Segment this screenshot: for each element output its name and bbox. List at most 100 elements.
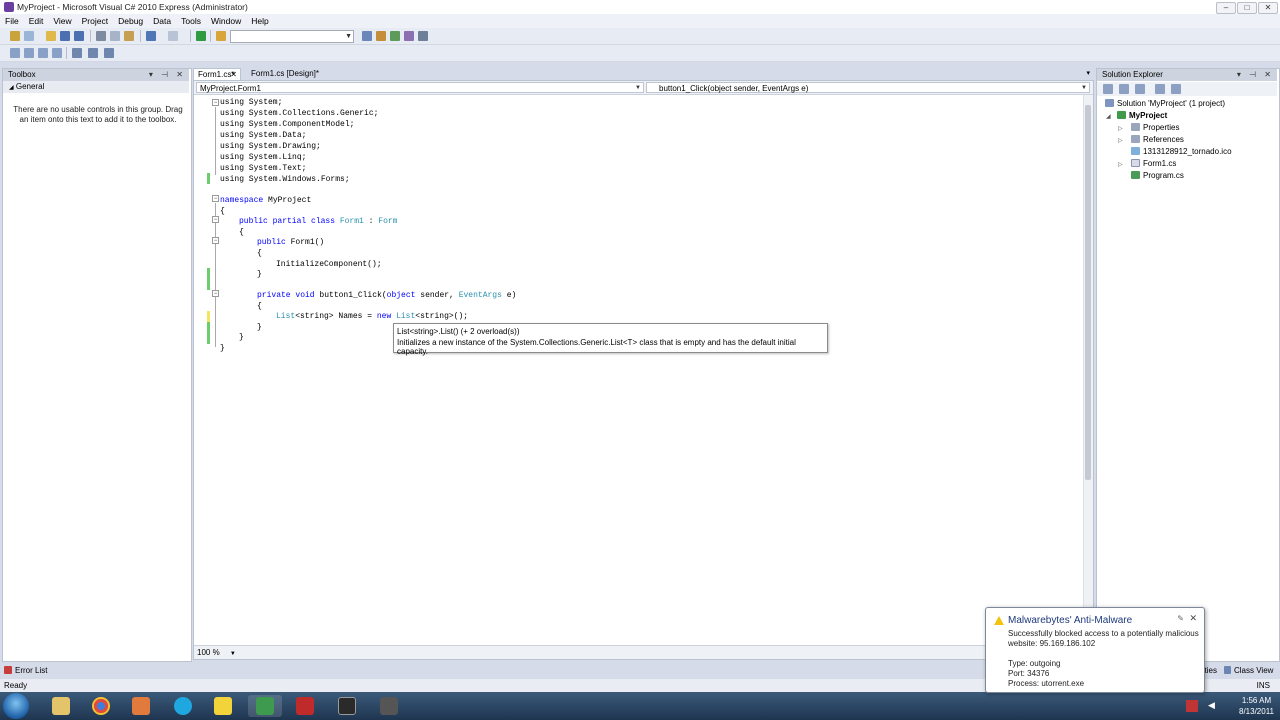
taskbar-aim[interactable]: [206, 695, 240, 717]
panel-controls[interactable]: ▾ ⊣ ✕: [1237, 69, 1274, 81]
skype-icon: [174, 697, 192, 715]
expand-triangle-icon[interactable]: ▷: [1118, 137, 1123, 144]
start-page-icon[interactable]: [418, 31, 428, 41]
tree-item-properties[interactable]: Properties: [1131, 123, 1179, 133]
member-combo[interactable]: button1_Click(object sender, EventArgs e…: [646, 82, 1090, 93]
find-in-files-icon[interactable]: [216, 31, 226, 41]
document-tabs: Form1.cs* ✕ Form1.cs [Design]* ▾: [193, 68, 1094, 80]
menu-edit[interactable]: Edit: [24, 14, 49, 26]
class-combo[interactable]: MyProject.Form1 ▼: [196, 82, 644, 93]
collapse-triangle-icon[interactable]: ◢: [1106, 113, 1111, 120]
outdent-icon[interactable]: [72, 48, 82, 58]
view-designer-icon[interactable]: [1171, 84, 1181, 94]
new-project-icon[interactable]: [10, 31, 20, 41]
expand-triangle-icon[interactable]: ▷: [1118, 161, 1123, 168]
add-item-icon[interactable]: [24, 31, 34, 41]
collapse-icon[interactable]: −: [212, 195, 219, 202]
filezilla-icon: [296, 697, 314, 715]
save-icon[interactable]: [60, 31, 70, 41]
solution-explorer-icon[interactable]: [362, 31, 372, 41]
collapse-icon[interactable]: −: [212, 99, 219, 106]
paste-icon[interactable]: [124, 31, 134, 41]
properties-window-icon[interactable]: [376, 31, 386, 41]
properties-icon[interactable]: [1103, 84, 1113, 94]
code-area[interactable]: − − − − − using System; using System.Col…: [194, 97, 1084, 637]
menu-debug[interactable]: Debug: [113, 14, 148, 26]
menu-project[interactable]: Project: [77, 14, 113, 26]
windows-start-icon[interactable]: [3, 693, 29, 719]
object-browser-icon[interactable]: [390, 31, 400, 41]
taskbar-app[interactable]: [372, 695, 406, 717]
tab-dropdown-icon[interactable]: ▾: [1086, 69, 1090, 77]
cut-icon[interactable]: [96, 31, 106, 41]
collapse-icon[interactable]: −: [212, 290, 219, 297]
quick-info-icon[interactable]: [38, 48, 48, 58]
taskbar-console[interactable]: [330, 695, 364, 717]
tab-error-list[interactable]: Error List: [4, 665, 47, 677]
taskbar-skype[interactable]: [166, 695, 200, 717]
taskbar-chrome[interactable]: [84, 695, 118, 717]
code-line: using System;: [220, 98, 283, 107]
tab-form1-design[interactable]: Form1.cs [Design]*: [247, 68, 323, 80]
chevron-down-icon[interactable]: ▼: [230, 651, 236, 657]
pin-icon[interactable]: ✎: [1177, 614, 1184, 623]
panel-controls[interactable]: ▾ ⊣ ✕: [149, 69, 186, 81]
taskbar-filezilla[interactable]: [288, 695, 322, 717]
vertical-scrollbar[interactable]: [1083, 95, 1093, 647]
list-members-icon[interactable]: [10, 48, 20, 58]
identifier: sender,: [420, 291, 454, 300]
menu-help[interactable]: Help: [246, 14, 273, 26]
menu-tools[interactable]: Tools: [176, 14, 206, 26]
close-icon[interactable]: ✕: [1189, 613, 1197, 624]
copy-icon[interactable]: [110, 31, 120, 41]
parameter-info-icon[interactable]: [24, 48, 34, 58]
undo-icon[interactable]: [146, 31, 156, 41]
minimize-button[interactable]: –: [1216, 2, 1236, 14]
refresh-icon[interactable]: [1135, 84, 1145, 94]
window-title: MyProject - Microsoft Visual C# 2010 Exp…: [17, 2, 248, 12]
tab-class-view[interactable]: Class View: [1224, 665, 1273, 677]
scrollbar-thumb[interactable]: [1085, 105, 1091, 480]
toolbox-group-general[interactable]: ◢ General: [3, 81, 189, 93]
code-editor[interactable]: MyProject.Form1 ▼ button1_Click(object s…: [193, 80, 1094, 660]
expand-triangle-icon[interactable]: ▷: [1118, 125, 1123, 132]
malwarebytes-tray-icon[interactable]: [1186, 700, 1198, 712]
close-button[interactable]: ✕: [1258, 2, 1278, 14]
view-code-icon[interactable]: [1155, 84, 1165, 94]
comment-icon[interactable]: [104, 48, 114, 58]
collapse-icon[interactable]: −: [212, 237, 219, 244]
menu-file[interactable]: File: [0, 14, 24, 26]
taskbar-visual-csharp[interactable]: [248, 695, 282, 717]
start-debugging-icon[interactable]: [196, 31, 206, 41]
indent-icon[interactable]: [88, 48, 98, 58]
identifier: button1_Click(: [319, 291, 387, 300]
collapse-icon[interactable]: −: [212, 216, 219, 223]
tree-item-solution[interactable]: Solution 'MyProject' (1 project): [1105, 99, 1225, 109]
open-folder-icon[interactable]: [46, 31, 56, 41]
save-all-icon[interactable]: [74, 31, 84, 41]
redo-icon[interactable]: [168, 31, 178, 41]
tree-item-program[interactable]: Program.cs: [1131, 171, 1184, 181]
menu-data[interactable]: Data: [148, 14, 176, 26]
tree-item-ico[interactable]: 1313128912_tornado.ico: [1131, 147, 1232, 157]
taskbar-clock[interactable]: 1:56 AM 8/13/2011: [1239, 695, 1274, 717]
zoom-level[interactable]: 100 %: [197, 648, 220, 657]
toolbox-icon[interactable]: [404, 31, 414, 41]
malwarebytes-notification[interactable]: Malwarebytes' Anti-Malware ✎ ✕ Successfu…: [985, 607, 1205, 693]
show-all-files-icon[interactable]: [1119, 84, 1129, 94]
tree-item-references[interactable]: References: [1131, 135, 1184, 145]
menu-view[interactable]: View: [48, 14, 76, 26]
taskbar-explorer[interactable]: [44, 695, 78, 717]
menu-window[interactable]: Window: [206, 14, 246, 26]
find-combo[interactable]: ▼: [230, 30, 354, 43]
complete-word-icon[interactable]: [52, 48, 62, 58]
paint-icon: [132, 697, 150, 715]
tab-properties[interactable]: Properties: [1203, 665, 1217, 677]
tree-item-project[interactable]: MyProject: [1117, 111, 1167, 121]
solution-explorer-toolbar: [1097, 82, 1277, 96]
tab-form1-cs[interactable]: Form1.cs* ✕: [193, 68, 241, 80]
volume-icon[interactable]: ◀: [1208, 700, 1218, 712]
tree-item-form1[interactable]: Form1.cs: [1131, 159, 1176, 169]
taskbar-paint[interactable]: [124, 695, 158, 717]
maximize-button[interactable]: □: [1237, 2, 1257, 14]
